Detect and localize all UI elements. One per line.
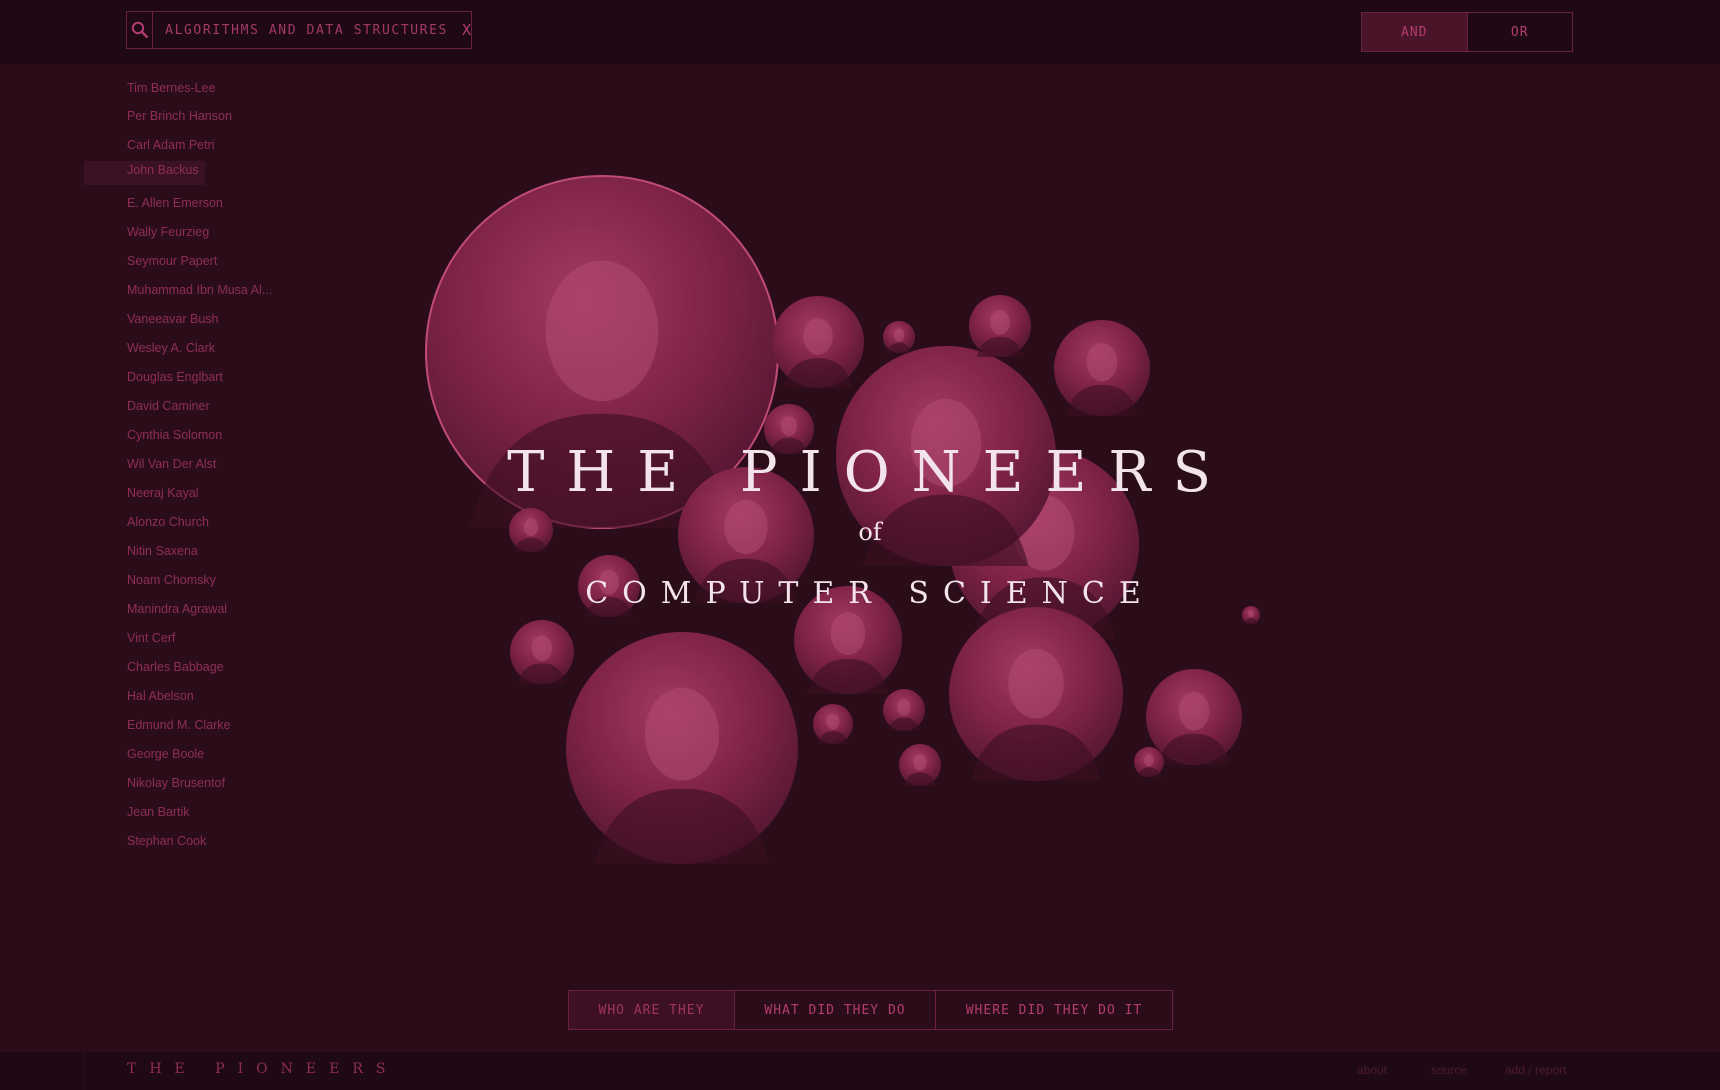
tab-what-did-they-do[interactable]: WHAT DID THEY DO [735, 991, 936, 1029]
footer-link-about[interactable]: about [1357, 1063, 1387, 1077]
pioneer-portrait-bubble[interactable] [510, 620, 574, 684]
footer-divider [84, 1052, 85, 1090]
footer: THE PIONEERS about source add / report [0, 1052, 1720, 1090]
hero-title: THE PIONEERS [507, 440, 1233, 505]
footer-link-source[interactable]: source [1431, 1063, 1467, 1077]
tab-who-are-they[interactable]: WHO ARE THEY [569, 991, 735, 1029]
hero-subtitle: COMPUTER SCIENCE [585, 576, 1155, 611]
pioneer-portrait-bubble[interactable] [772, 296, 864, 388]
pioneer-portrait-bubble[interactable] [1242, 606, 1260, 624]
pioneer-portrait-bubble[interactable] [899, 744, 941, 786]
pioneer-portrait-bubble[interactable] [509, 508, 553, 552]
hero-of: of [858, 518, 882, 546]
pioneer-portrait-bubble[interactable] [1146, 669, 1242, 765]
pioneer-portrait-bubble[interactable] [566, 632, 798, 864]
pioneer-portrait-bubble[interactable] [883, 321, 915, 353]
pioneer-portrait-bubble[interactable] [883, 689, 925, 731]
pioneer-portrait-bubble[interactable] [1054, 320, 1150, 416]
pioneer-portrait-bubble[interactable] [1134, 747, 1164, 777]
pioneer-portrait-bubble[interactable] [969, 295, 1031, 357]
pioneer-portrait-bubble[interactable] [813, 704, 853, 744]
footer-logo[interactable]: THE PIONEERS [127, 1061, 398, 1077]
pioneer-portrait-bubble[interactable] [949, 607, 1123, 781]
tab-where-did-they-do-it[interactable]: WHERE DID THEY DO IT [936, 991, 1172, 1029]
view-tabs: WHO ARE THEY WHAT DID THEY DO WHERE DID … [568, 990, 1173, 1030]
footer-link-add-report[interactable]: add / report [1505, 1063, 1566, 1077]
